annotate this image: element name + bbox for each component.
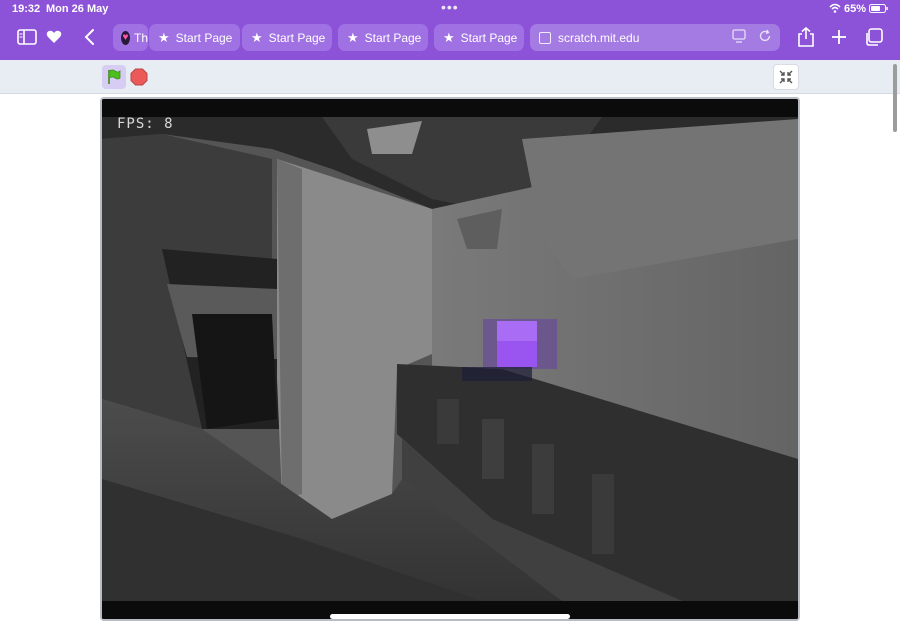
tab-label: Start Page: [460, 30, 518, 45]
battery-percent: 65%: [844, 3, 867, 15]
page-scrollbar[interactable]: [893, 64, 897, 132]
browser-toolbar: 19:32 Mon 26 May ••• 65% ♥ Th ★ Start Pa…: [0, 0, 900, 60]
share-icon[interactable]: [797, 27, 815, 47]
multitasking-dots-icon[interactable]: •••: [441, 0, 459, 14]
wifi-icon: [829, 3, 841, 13]
status-time: 19:32: [12, 3, 41, 15]
tab-label: Th: [133, 30, 148, 45]
heart-icon[interactable]: [46, 30, 62, 44]
star-icon: ★: [443, 29, 455, 45]
tab-4[interactable]: ★ Start Page: [434, 24, 524, 51]
back-icon[interactable]: [84, 29, 96, 45]
status-date: Mon 26 May: [46, 3, 109, 15]
star-icon: ★: [251, 29, 263, 45]
tab-0[interactable]: ♥ Th: [113, 24, 148, 51]
heart-favicon-icon: ♥: [121, 30, 130, 45]
green-flag-button[interactable]: [102, 65, 126, 89]
battery-icon: [869, 4, 888, 13]
tab-2[interactable]: ★ Start Page: [242, 24, 332, 51]
exit-fullscreen-button[interactable]: [773, 64, 799, 90]
url-text: scratch.mit.edu: [558, 30, 640, 45]
exit-fullscreen-icon: [779, 70, 793, 84]
game-scene: [102, 99, 798, 619]
star-icon: ★: [158, 29, 170, 45]
site-icon: [539, 31, 551, 44]
reload-icon[interactable]: [758, 29, 772, 46]
sidebar-icon[interactable]: [17, 29, 37, 45]
project-stage[interactable]: FPS: 8: [100, 97, 800, 621]
stop-sign-icon: [130, 68, 148, 86]
tab-3[interactable]: ★ Start Page: [338, 24, 428, 51]
tab-label: Start Page: [175, 30, 233, 45]
star-icon: ★: [347, 29, 359, 45]
stop-button[interactable]: [130, 68, 148, 86]
tab-1[interactable]: ★ Start Page: [149, 24, 240, 51]
address-bar[interactable]: scratch.mit.edu: [530, 24, 780, 51]
tab-label: Start Page: [268, 30, 326, 45]
green-flag-icon: [108, 69, 121, 84]
tab-overview-icon[interactable]: [864, 28, 883, 47]
tab-label: Start Page: [364, 30, 422, 45]
fps-counter: FPS: 8: [117, 116, 174, 132]
home-indicator[interactable]: [330, 614, 570, 619]
new-tab-icon[interactable]: [831, 29, 847, 45]
reader-icon[interactable]: [732, 29, 746, 46]
